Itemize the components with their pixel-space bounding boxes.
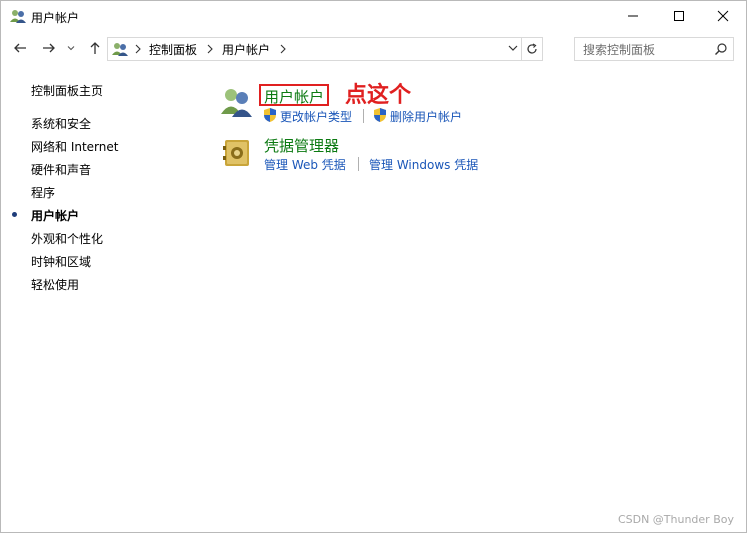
title-bar: 用户帐户: [1, 1, 746, 31]
minimize-icon: [628, 15, 638, 17]
maximize-icon: [674, 11, 684, 21]
delete-user-account-link[interactable]: 删除用户帐户: [390, 108, 462, 125]
arrow-right-icon: [43, 43, 55, 53]
close-button[interactable]: [700, 1, 746, 31]
left-navigation: 控制面板主页 系统和安全 网络和 Internet 硬件和声音 程序 用户帐户 …: [1, 65, 211, 465]
breadcrumb-user-accounts[interactable]: 用户帐户: [222, 41, 270, 58]
chevron-down-icon: [508, 45, 518, 51]
manage-windows-credentials-link[interactable]: 管理 Windows 凭据: [369, 156, 478, 173]
chevron-down-icon: [67, 46, 75, 51]
forward-button[interactable]: [39, 39, 59, 57]
watermark: CSDN @Thunder Boy: [617, 513, 734, 526]
minimize-button[interactable]: [610, 1, 656, 31]
address-history-dropdown[interactable]: [506, 41, 520, 55]
change-account-type-link[interactable]: 更改帐户类型: [280, 108, 352, 125]
highlight-box: [259, 84, 329, 106]
search-icon[interactable]: [714, 42, 728, 56]
navigation-bar: 控制面板 用户帐户 搜索控制面板: [1, 31, 746, 65]
nav-ease-of-access[interactable]: 轻松使用: [31, 276, 79, 293]
chevron-right-icon[interactable]: [206, 44, 214, 54]
link-divider: [363, 109, 364, 123]
arrow-left-icon: [14, 43, 26, 53]
nav-appearance[interactable]: 外观和个性化: [31, 230, 103, 247]
nav-control-panel-home[interactable]: 控制面板主页: [31, 82, 103, 99]
window-title: 用户帐户: [31, 11, 80, 25]
back-button[interactable]: [10, 39, 30, 57]
search-box[interactable]: 搜索控制面板: [574, 37, 734, 61]
user-accounts-icon: [112, 43, 128, 56]
search-input[interactable]: 搜索控制面板: [583, 41, 655, 58]
nav-network-internet[interactable]: 网络和 Internet: [31, 138, 118, 155]
close-icon: [717, 10, 729, 22]
credential-manager-title[interactable]: 凭据管理器: [264, 135, 339, 156]
user-accounts-icon: [221, 89, 252, 117]
chevron-right-icon[interactable]: [279, 44, 287, 54]
refresh-button[interactable]: [521, 38, 542, 60]
uac-shield-icon: [374, 108, 386, 122]
chevron-right-icon: [135, 44, 141, 54]
credential-manager-icon: [223, 140, 249, 166]
recent-locations-button[interactable]: [64, 39, 78, 57]
active-indicator-dot: [12, 212, 17, 217]
nav-system-security[interactable]: 系统和安全: [31, 115, 91, 132]
nav-hardware-sound[interactable]: 硬件和声音: [31, 161, 91, 178]
maximize-button[interactable]: [656, 1, 702, 31]
uac-shield-icon: [264, 108, 276, 122]
address-bar[interactable]: 控制面板 用户帐户: [107, 37, 543, 61]
link-divider: [358, 157, 359, 171]
control-panel-window: 用户帐户 控制面板 用户帐户 搜索控制面板 控制面板主页 系统和安全 网络和 I…: [0, 0, 747, 533]
annotation-text: 点这个: [345, 83, 412, 108]
arrow-up-icon: [90, 42, 100, 54]
refresh-icon: [527, 43, 537, 54]
nav-programs[interactable]: 程序: [31, 184, 55, 201]
up-button[interactable]: [85, 39, 105, 57]
nav-user-accounts[interactable]: 用户帐户: [31, 207, 79, 224]
manage-web-credentials-link[interactable]: 管理 Web 凭据: [264, 156, 346, 173]
user-accounts-app-icon: [10, 10, 26, 23]
nav-clock-region[interactable]: 时钟和区域: [31, 253, 91, 270]
breadcrumb-control-panel[interactable]: 控制面板: [149, 41, 197, 58]
